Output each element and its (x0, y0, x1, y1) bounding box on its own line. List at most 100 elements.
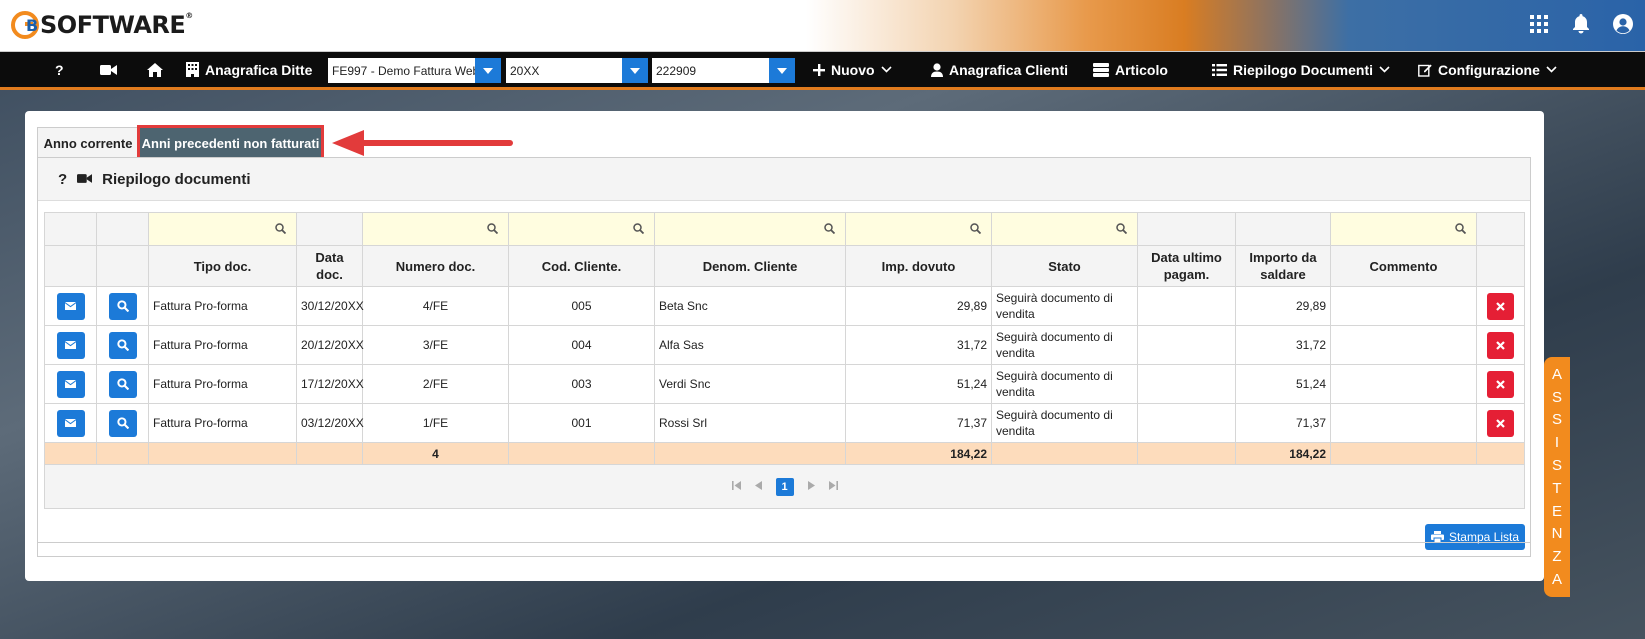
search-icon[interactable] (824, 223, 836, 237)
cell-cod-cliente: 004 (508, 325, 655, 365)
close-icon (1496, 418, 1505, 428)
next-page-icon[interactable] (807, 480, 815, 493)
section-title: Riepilogo documenti (102, 170, 251, 188)
assistenza-side-tab[interactable]: A S S I S T E N Z A (1544, 357, 1570, 597)
filter-imp-dovuto[interactable] (845, 212, 992, 246)
video-icon[interactable] (77, 171, 93, 188)
year-select[interactable]: 20XX (506, 58, 648, 83)
view-button[interactable] (108, 292, 137, 320)
close-icon (1496, 340, 1505, 350)
column-header-stato[interactable]: Stato (991, 245, 1138, 287)
email-button[interactable] (56, 331, 85, 359)
envelope-icon (65, 380, 76, 388)
chevron-down-icon[interactable] (475, 58, 501, 83)
chevron-down-icon[interactable] (769, 58, 795, 83)
help-button[interactable]: ? (55, 52, 64, 87)
home-icon[interactable] (147, 52, 163, 87)
table-header-row: Tipo doc. Data doc. Numero doc. Cod. Cli… (44, 245, 1525, 287)
nav-anagrafica-clienti[interactable]: Anagrafica Clienti (931, 52, 1068, 87)
column-header-data-ultimo-pagam[interactable]: Data ultimo pagam. (1137, 245, 1236, 287)
filter-denom-cliente[interactable] (654, 212, 846, 246)
cell-stato: Seguirà documento di vendita (991, 286, 1138, 326)
tab-anno-corrente[interactable]: Anno corrente (37, 127, 139, 158)
documents-table: Tipo doc. Data doc. Numero doc. Cod. Cli… (44, 212, 1525, 509)
apps-grid-icon[interactable] (1529, 14, 1549, 34)
cell-importo-da-saldare: 51,24 (1235, 364, 1331, 404)
ditta-select[interactable]: FE997 - Demo Fattura Web (328, 58, 501, 83)
column-header-importo-da-saldare[interactable]: Importo da saldare (1235, 245, 1331, 287)
nav-nuovo[interactable]: Nuovo (813, 52, 892, 87)
search-icon[interactable] (970, 223, 982, 237)
video-icon[interactable] (100, 52, 117, 87)
filter-commento[interactable] (1330, 212, 1477, 246)
cell-tipo-doc: Fattura Pro-forma (148, 286, 297, 326)
cell-imp-dovuto: 31,72 (845, 325, 992, 365)
search-icon[interactable] (487, 223, 499, 237)
cell-cod-cliente: 001 (508, 403, 655, 443)
bell-icon[interactable] (1571, 14, 1591, 34)
column-header-denom-cliente[interactable]: Denom. Cliente (654, 245, 846, 287)
column-header-cod-cliente[interactable]: Cod. Cliente. (508, 245, 655, 287)
delete-button[interactable] (1487, 292, 1514, 320)
stampa-lista-button[interactable]: Stampa Lista (1425, 524, 1525, 550)
cell-stato: Seguirà documento di vendita (991, 325, 1138, 365)
cell-importo-da-saldare: 71,37 (1235, 403, 1331, 443)
cell-data-doc: 03/12/20XX (296, 403, 364, 443)
column-header-imp-dovuto[interactable]: Imp. dovuto (845, 245, 992, 287)
view-button[interactable] (108, 331, 137, 359)
code-select[interactable]: 222909 (652, 58, 795, 83)
cell-tipo-doc: Fattura Pro-forma (148, 325, 297, 365)
nav-riepilogo-documenti[interactable]: Riepilogo Documenti (1212, 52, 1390, 87)
section-help-button[interactable]: ? (58, 171, 67, 188)
column-header-tipo-doc[interactable]: Tipo doc. (148, 245, 297, 287)
first-page-icon[interactable] (731, 480, 741, 493)
prev-page-icon[interactable] (754, 480, 762, 493)
cell-data-ultimo-pagam (1137, 364, 1236, 404)
nav-configurazione[interactable]: Configurazione (1418, 52, 1557, 87)
delete-button[interactable] (1487, 409, 1514, 437)
filter-cod-cliente[interactable] (508, 212, 655, 246)
server-icon (1093, 62, 1109, 77)
tab-anni-precedenti[interactable]: Anni precedenti non fatturati (137, 125, 324, 160)
email-button[interactable] (56, 370, 85, 398)
plus-icon (813, 63, 825, 76)
column-header-numero-doc[interactable]: Numero doc. (362, 245, 509, 287)
filter-stato[interactable] (991, 212, 1138, 246)
chevron-down-icon[interactable] (622, 58, 648, 83)
nav-anagrafica-ditte[interactable]: Anagrafica Ditte (186, 52, 312, 87)
building-icon (186, 62, 199, 77)
cell-data-doc: 30/12/20XX (296, 286, 364, 326)
edit-icon (1418, 64, 1432, 77)
search-icon[interactable] (275, 223, 287, 237)
view-button[interactable] (108, 370, 137, 398)
cell-denom-cliente: Beta Snc (654, 286, 846, 326)
search-icon[interactable] (633, 223, 645, 237)
cell-commento (1330, 364, 1477, 404)
annotation-arrow-icon (332, 130, 513, 156)
view-button[interactable] (108, 409, 137, 437)
user-icon (931, 62, 943, 77)
column-header-commento[interactable]: Commento (1330, 245, 1477, 287)
nav-articolo[interactable]: Articolo (1093, 52, 1168, 87)
search-icon[interactable] (1116, 223, 1128, 237)
column-header (96, 245, 149, 287)
cell-importo-da-saldare: 31,72 (1235, 325, 1331, 365)
table-row: Fattura Pro-forma 30/12/20XX 4/FE 005 Be… (44, 286, 1525, 326)
last-page-icon[interactable] (828, 480, 838, 493)
cell-commento (1330, 286, 1477, 326)
envelope-icon (65, 341, 76, 349)
email-button[interactable] (56, 409, 85, 437)
page-number-button[interactable]: 1 (775, 477, 794, 496)
gb-software-logo[interactable]: B SOFTWARE® (10, 8, 193, 42)
delete-button[interactable] (1487, 370, 1514, 398)
total-importo-da-saldare: 184,22 (1235, 442, 1331, 465)
delete-button[interactable] (1487, 331, 1514, 359)
top-header: B SOFTWARE® (0, 0, 1645, 52)
email-button[interactable] (56, 292, 85, 320)
filter-numero-doc[interactable] (362, 212, 509, 246)
user-account-icon[interactable] (1613, 14, 1633, 34)
column-header-data-doc[interactable]: Data doc. (296, 245, 363, 287)
search-icon[interactable] (1455, 223, 1467, 237)
cell-cod-cliente: 005 (508, 286, 655, 326)
filter-tipo-doc[interactable] (148, 212, 297, 246)
